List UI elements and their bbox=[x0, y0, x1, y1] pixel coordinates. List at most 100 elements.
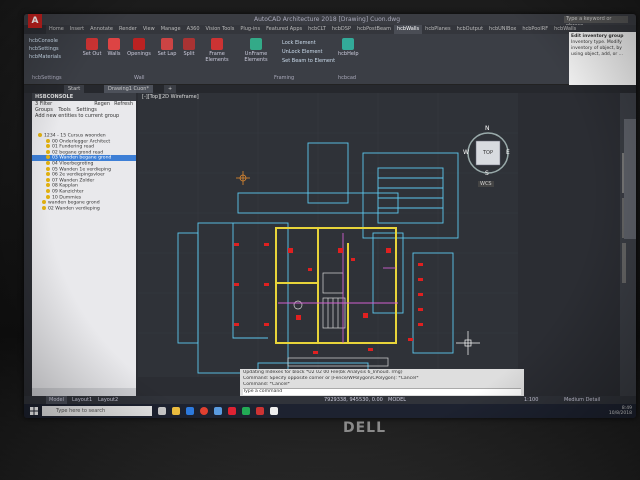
wcs-menu[interactable]: WCS bbox=[478, 181, 494, 187]
set-lap-icon bbox=[161, 38, 173, 50]
command-input[interactable]: Type a command bbox=[243, 388, 521, 395]
ribbon-tab-a360[interactable]: A360 bbox=[184, 25, 203, 34]
split-icon bbox=[183, 38, 195, 50]
drawing-viewport[interactable]: TOP N E S W WCS bbox=[138, 93, 518, 377]
ribbon-btn-materials[interactable]: hcbMaterials bbox=[29, 54, 61, 60]
ribbon-tab-plug-ins[interactable]: Plug-ins bbox=[237, 25, 263, 34]
ribbon-tab-render[interactable]: Render bbox=[116, 25, 140, 34]
tab-start[interactable]: Start bbox=[64, 85, 85, 93]
lightbulb-icon[interactable] bbox=[46, 138, 50, 143]
ribbon-tab-manage[interactable]: Manage bbox=[158, 25, 184, 34]
app-icon-2[interactable] bbox=[256, 407, 264, 415]
ribbon-tab-vision-tools[interactable]: Vision Tools bbox=[203, 25, 238, 34]
file-explorer-icon[interactable] bbox=[172, 407, 180, 415]
lightbulb-icon[interactable] bbox=[46, 160, 50, 165]
ribbon-tab-hcbclt[interactable]: hcbCLT bbox=[305, 25, 329, 34]
ribbon-tab-hcbunibox[interactable]: hcbUNIBox bbox=[486, 25, 519, 34]
lightbulb-icon[interactable] bbox=[46, 166, 50, 171]
lock-element-button[interactable]: Lock Element bbox=[282, 40, 316, 46]
lightbulb-icon[interactable] bbox=[46, 188, 50, 193]
ribbon-tab-hcbdsp[interactable]: hcbDSP bbox=[329, 25, 354, 34]
status-bar: Model Layout1 Layout2 7929338, 945530, 0… bbox=[24, 396, 636, 404]
autocad-taskbar-icon[interactable] bbox=[228, 407, 236, 415]
set-out-icon bbox=[86, 38, 98, 50]
walls-label: Walls bbox=[107, 51, 121, 57]
split-button[interactable]: Split bbox=[180, 38, 198, 57]
frame-elements-button[interactable]: Frame Elements bbox=[200, 38, 234, 63]
lightbulb-icon[interactable] bbox=[46, 183, 50, 188]
tab-layout2[interactable]: Layout2 bbox=[98, 396, 118, 404]
hcb-help-button[interactable]: hcbHelp bbox=[338, 38, 359, 57]
ribbon-tab-hcbpoolrf[interactable]: hcbPoolRF bbox=[519, 25, 551, 34]
openings-button[interactable]: Openings bbox=[126, 38, 152, 57]
lightbulb-icon[interactable] bbox=[42, 205, 46, 210]
hsb-console-palette: HSBCONSOLE 3 Filter Regen Refresh Groups… bbox=[32, 93, 136, 396]
set-lap-button[interactable]: Set Lap bbox=[156, 38, 178, 57]
ribbon-tab-annotate[interactable]: Annotate bbox=[87, 25, 116, 34]
detail-level[interactable]: Medium Detail bbox=[564, 396, 600, 404]
windows-start-icon[interactable] bbox=[30, 407, 38, 415]
walls-icon bbox=[108, 38, 120, 50]
set-out-button[interactable]: Set Out bbox=[82, 38, 102, 57]
lightbulb-icon[interactable] bbox=[46, 177, 50, 182]
ribbon-btn-settings[interactable]: hcbSettings bbox=[29, 46, 59, 52]
annotation-scale[interactable]: 1:100 bbox=[524, 396, 538, 404]
ribbon-tab-hcboutput[interactable]: hcbOutput bbox=[454, 25, 486, 34]
search-input[interactable]: Type a keyword or phrase bbox=[564, 16, 628, 29]
store-icon[interactable] bbox=[214, 407, 222, 415]
app-icon-3[interactable] bbox=[270, 407, 278, 415]
tooltip-popup: Edit inventory group Inventory type. Mod… bbox=[569, 32, 636, 86]
lightbulb-icon[interactable] bbox=[38, 133, 42, 137]
set-beam-button[interactable]: Set Beam to Element bbox=[282, 58, 335, 64]
filter-label[interactable]: 3 Filter bbox=[35, 101, 52, 107]
ribbon-tab-insert[interactable]: Insert bbox=[67, 25, 87, 34]
lightbulb-icon[interactable] bbox=[46, 144, 50, 149]
app-icon[interactable] bbox=[242, 407, 250, 415]
add-entities-row[interactable]: Add new entities to current group bbox=[32, 113, 136, 119]
ribbon-tab-hcbplanes[interactable]: hcbPlanes bbox=[422, 25, 453, 34]
hcb-help-label: hcbHelp bbox=[338, 51, 359, 57]
tab-layout1[interactable]: Layout1 bbox=[72, 396, 92, 404]
unframe-elements-button[interactable]: UnFrame Elements bbox=[236, 38, 276, 63]
tab-new[interactable]: + bbox=[164, 85, 177, 93]
ribbon-tab-hcbpostbeam[interactable]: hcbPostBeam bbox=[354, 25, 394, 34]
lightbulb-icon[interactable] bbox=[42, 200, 46, 205]
document-tabs: Start Drawing1 Cuon* + bbox=[24, 85, 636, 93]
tree-item[interactable]: 02 Wanden verdieping bbox=[32, 205, 136, 212]
compass-n: N bbox=[485, 125, 490, 132]
regen-button[interactable]: Regen bbox=[94, 101, 110, 107]
unlock-element-button[interactable]: UnLock Element bbox=[282, 49, 323, 55]
panel-name-hcbcad: hcbcad bbox=[338, 75, 357, 81]
compass-w: W bbox=[463, 149, 469, 156]
viewport-label[interactable]: [-][Top][2D Wireframe] bbox=[142, 94, 199, 100]
ribbon-tab-hcbwalls[interactable]: hcbWalls bbox=[393, 25, 423, 34]
ribbon-btn-console[interactable]: hcbConsole bbox=[29, 38, 58, 44]
tab-drawing[interactable]: Drawing1 Cuon* bbox=[104, 85, 153, 93]
palette-filter-row: 3 Filter Regen Refresh bbox=[32, 101, 136, 107]
panel-name-settings: hcbSettings bbox=[32, 75, 62, 81]
ribbon-tab-home[interactable]: Home bbox=[46, 25, 67, 34]
tab-extended-data[interactable] bbox=[622, 243, 626, 283]
lightbulb-icon[interactable] bbox=[46, 149, 50, 154]
walls-button[interactable]: Walls bbox=[104, 38, 124, 57]
palette-header: HSBCONSOLE bbox=[32, 93, 136, 101]
floor-plan-drawing bbox=[138, 93, 518, 377]
lightbulb-icon[interactable] bbox=[46, 194, 50, 199]
grid-lines bbox=[138, 93, 518, 377]
properties-content bbox=[624, 119, 636, 239]
edge-icon[interactable] bbox=[186, 407, 194, 415]
model-space-toggle[interactable]: MODEL bbox=[388, 396, 406, 404]
lightbulb-icon[interactable] bbox=[46, 172, 50, 177]
openings-label: Openings bbox=[127, 51, 151, 57]
compass-s: S bbox=[485, 170, 489, 177]
chrome-icon[interactable] bbox=[200, 407, 208, 415]
ribbon-tab-featured-apps[interactable]: Featured Apps bbox=[263, 25, 305, 34]
task-view-icon[interactable] bbox=[158, 407, 166, 415]
refresh-button[interactable]: Refresh bbox=[114, 101, 133, 107]
taskbar-search-input[interactable]: Type here to search bbox=[42, 406, 152, 416]
taskbar-clock[interactable]: 8:49 10/8/2018 bbox=[609, 406, 632, 416]
tab-model[interactable]: Model bbox=[46, 396, 68, 404]
autocad-logo-icon[interactable]: A bbox=[28, 14, 42, 28]
lightbulb-icon[interactable] bbox=[46, 155, 50, 160]
ribbon-tab-view[interactable]: View bbox=[140, 25, 158, 34]
